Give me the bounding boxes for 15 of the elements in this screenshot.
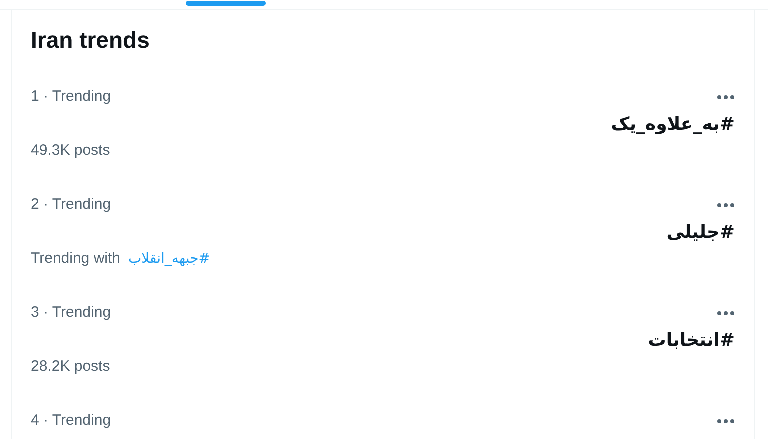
trend-hashtag[interactable]: #به_علاوه_یک (611, 113, 735, 137)
more-icon[interactable] (717, 202, 735, 208)
trend-rank: 4 · Trending (31, 411, 112, 431)
section-title: Iran trends (31, 26, 151, 55)
more-icon[interactable] (717, 94, 735, 100)
trending-with-label: Trending with (31, 249, 120, 269)
trend-hashtag[interactable]: #جلیلی (666, 221, 735, 245)
more-icon[interactable] (717, 310, 735, 316)
post-count: 28.2K posts (31, 357, 110, 377)
trend-rank: 2 · Trending (31, 195, 112, 215)
trend-rank: 1 · Trending (31, 87, 112, 107)
post-count: 49.3K posts (31, 141, 110, 161)
more-icon[interactable] (717, 418, 735, 424)
trend-rank: 3 · Trending (31, 303, 112, 323)
trend-hashtag[interactable]: #انتخابات (648, 329, 735, 353)
